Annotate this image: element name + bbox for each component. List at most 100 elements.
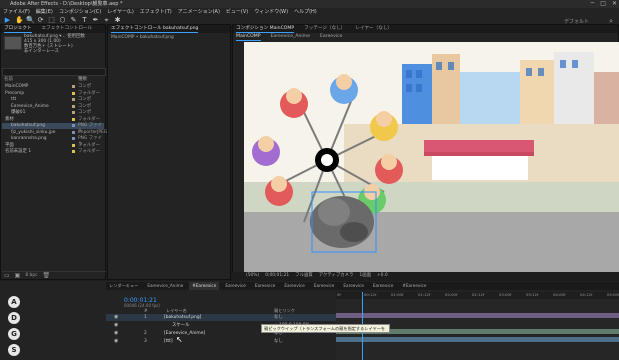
label-color-swatch[interactable] bbox=[72, 117, 75, 121]
eye-icon[interactable]: ◉ bbox=[114, 338, 118, 345]
menu-item-6[interactable]: ビュー(V) bbox=[226, 8, 248, 16]
layer-row[interactable]: ◉ 3 [ttt] なし bbox=[106, 338, 336, 345]
minimize-button[interactable]: ─ bbox=[591, 0, 595, 8]
ruler-tick-label: 01:00f bbox=[391, 292, 404, 297]
side-tool-icon[interactable]: S bbox=[8, 344, 20, 356]
subtab-eareevice[interactable]: Eareevice bbox=[320, 33, 343, 41]
label-color-swatch[interactable] bbox=[72, 124, 75, 127]
project-item[interactable]: Eareevice_Anime コンポ bbox=[2, 104, 104, 110]
timeline-tab[interactable]: Eareevice bbox=[311, 282, 338, 290]
project-item[interactable]: kanrannsha.png PNG ファイル bbox=[2, 136, 104, 147]
menu-item-4[interactable]: エフェクト(T) bbox=[140, 8, 172, 16]
side-tool-icon[interactable]: D bbox=[8, 312, 20, 324]
maximize-button[interactable]: □ bbox=[600, 0, 606, 8]
label-color-swatch[interactable] bbox=[72, 104, 75, 108]
track-bar-3[interactable] bbox=[336, 337, 619, 342]
timeline-tab[interactable]: Eareevice_Anime bbox=[144, 282, 186, 290]
label-color-swatch[interactable] bbox=[72, 91, 75, 95]
timeline-tab[interactable]: #Eareevice bbox=[399, 282, 429, 290]
timeline-tab[interactable]: Eareevice bbox=[252, 282, 279, 290]
subtab-anime[interactable]: Eareevice_Anime bbox=[271, 33, 310, 41]
project-item[interactable]: fjz_yukishi_sinku.jpe ImporterJPEG bbox=[2, 130, 107, 136]
menu-item-2[interactable]: コンポジション(C) bbox=[59, 8, 101, 16]
column-name[interactable]: 名前 bbox=[4, 76, 13, 82]
tool-6-icon[interactable]: ✎ bbox=[70, 17, 77, 24]
tab-composition[interactable]: コンポジション MainCOMP bbox=[236, 25, 295, 33]
new-folder-icon[interactable]: ▭ bbox=[4, 272, 10, 280]
tool-7-icon[interactable]: T bbox=[81, 17, 88, 24]
timeline-tab[interactable]: Eareevice bbox=[370, 282, 397, 290]
timeline-tab[interactable]: レンダーキュー bbox=[106, 282, 141, 290]
close-button[interactable]: ✕ bbox=[612, 0, 617, 8]
layer-name[interactable]: [ttt] bbox=[164, 338, 173, 345]
composition-viewer[interactable] bbox=[244, 42, 619, 272]
viewer-control-5[interactable]: +0.0 bbox=[377, 272, 388, 280]
project-search-input[interactable] bbox=[2, 68, 106, 76]
project-item[interactable]: 素材 フォルダー bbox=[2, 117, 104, 123]
timeline-tab[interactable]: #Eareevice bbox=[189, 282, 220, 290]
label-color-swatch[interactable] bbox=[72, 98, 75, 101]
project-item[interactable]: ttt コンポ bbox=[2, 97, 104, 103]
effect-controls-panel: エフェクトコントロール bakuhatsuf.png MainCOMP • ba… bbox=[107, 24, 231, 280]
project-item-label: kanrannsha.png bbox=[11, 136, 47, 141]
tool-4-icon[interactable]: ⬚ bbox=[48, 17, 55, 24]
eye-icon[interactable]: ◉ bbox=[114, 322, 118, 329]
menu-item-5[interactable]: アニメーション(A) bbox=[178, 8, 220, 16]
tool-5-icon[interactable]: ⬡ bbox=[59, 17, 66, 24]
project-item[interactable]: 爆破01 コンポ bbox=[2, 110, 104, 116]
parent-link[interactable]: なし bbox=[274, 338, 283, 345]
project-item[interactable]: MainCOMP コンポ bbox=[2, 84, 104, 90]
trash-icon[interactable]: 🗑 bbox=[43, 272, 51, 280]
track-bar-1[interactable] bbox=[336, 313, 619, 318]
side-tool-icon[interactable]: A bbox=[8, 296, 20, 308]
project-item[interactable]: bakuhatsuf.png PNG ファイル bbox=[2, 123, 104, 134]
viewer-control-4[interactable]: 1画面 bbox=[359, 272, 371, 280]
timeline-tab[interactable]: Eareevice bbox=[281, 282, 308, 290]
column-type[interactable]: 種類 bbox=[78, 76, 87, 82]
label-color-swatch[interactable] bbox=[72, 111, 75, 114]
new-comp-icon[interactable]: ▣ bbox=[15, 272, 21, 280]
tab-effect-controls[interactable]: エフェクトコントロール bbox=[42, 25, 93, 33]
project-item[interactable]: 名前未設定 1 フォルダー bbox=[2, 149, 104, 155]
subtab-maincomp[interactable]: MainCOMP bbox=[236, 33, 261, 41]
tool-10-icon[interactable]: ✱ bbox=[114, 17, 121, 24]
layer-row[interactable]: ◉ 1 [bakuhatsuf.png] なし bbox=[106, 314, 336, 321]
parent-link[interactable]: なし bbox=[274, 314, 283, 321]
label-color-swatch[interactable] bbox=[72, 150, 75, 153]
tool-3-icon[interactable]: ⟳ bbox=[37, 17, 44, 24]
layer-name[interactable]: スケール bbox=[172, 322, 190, 329]
menu-item-8[interactable]: ヘルプ(H) bbox=[294, 8, 317, 16]
viewer-control-0[interactable]: (50%) bbox=[246, 272, 259, 280]
project-item[interactable]: 平面 フォルダー bbox=[2, 143, 104, 149]
bpc-label[interactable]: 8 bpc bbox=[25, 272, 37, 280]
tool-2-icon[interactable]: 🔍 bbox=[26, 17, 35, 24]
viewer-control-2[interactable]: フル画質 bbox=[295, 272, 313, 280]
side-tool-icon[interactable]: G bbox=[8, 328, 20, 340]
viewer-control-1[interactable]: 0;00;01;21 bbox=[265, 272, 289, 280]
layer-name[interactable]: [bakuhatsuf.png] bbox=[164, 314, 201, 321]
timeline-tab[interactable]: Eareevice bbox=[222, 282, 249, 290]
project-item[interactable]: Precomp フォルダー bbox=[2, 91, 104, 97]
tab-footage[interactable]: フッテージ（なし） bbox=[304, 25, 345, 33]
eye-icon[interactable]: ◉ bbox=[114, 330, 118, 337]
tab-project[interactable]: プロジェクト bbox=[4, 25, 32, 33]
layer-name[interactable]: [Eareevice_Anime] bbox=[164, 330, 205, 337]
tool-8-icon[interactable]: ✒ bbox=[92, 17, 99, 24]
tool-0-icon[interactable]: ▶ bbox=[4, 17, 11, 24]
eye-icon[interactable]: ◉ bbox=[114, 314, 118, 321]
label-color-swatch[interactable] bbox=[72, 137, 75, 140]
tab-layer[interactable]: レイヤー（なし） bbox=[355, 25, 392, 33]
menu-item-0[interactable]: ファイル(F) bbox=[3, 8, 30, 16]
label-color-swatch[interactable] bbox=[72, 130, 75, 134]
tool-1-icon[interactable]: ✋ bbox=[15, 17, 24, 24]
menu-item-7[interactable]: ウィンドウ(W) bbox=[254, 8, 288, 16]
footage-info: bakuhatsuf.png ▾ 、使用回数 415 x 300 (1.00) … bbox=[24, 34, 85, 54]
viewer-control-3[interactable]: アクティブカメラ bbox=[319, 272, 354, 280]
tool-9-icon[interactable]: ⌖ bbox=[103, 17, 110, 24]
timeline-tab[interactable]: Eareevice bbox=[340, 282, 367, 290]
tab-effect-controls-file[interactable]: エフェクトコントロール bakuhatsuf.png bbox=[111, 25, 199, 33]
menu-item-3[interactable]: レイヤー(L) bbox=[107, 8, 134, 16]
label-color-swatch[interactable] bbox=[72, 85, 75, 88]
menu-item-1[interactable]: 編集(E) bbox=[36, 8, 53, 16]
label-color-swatch[interactable] bbox=[72, 143, 75, 147]
